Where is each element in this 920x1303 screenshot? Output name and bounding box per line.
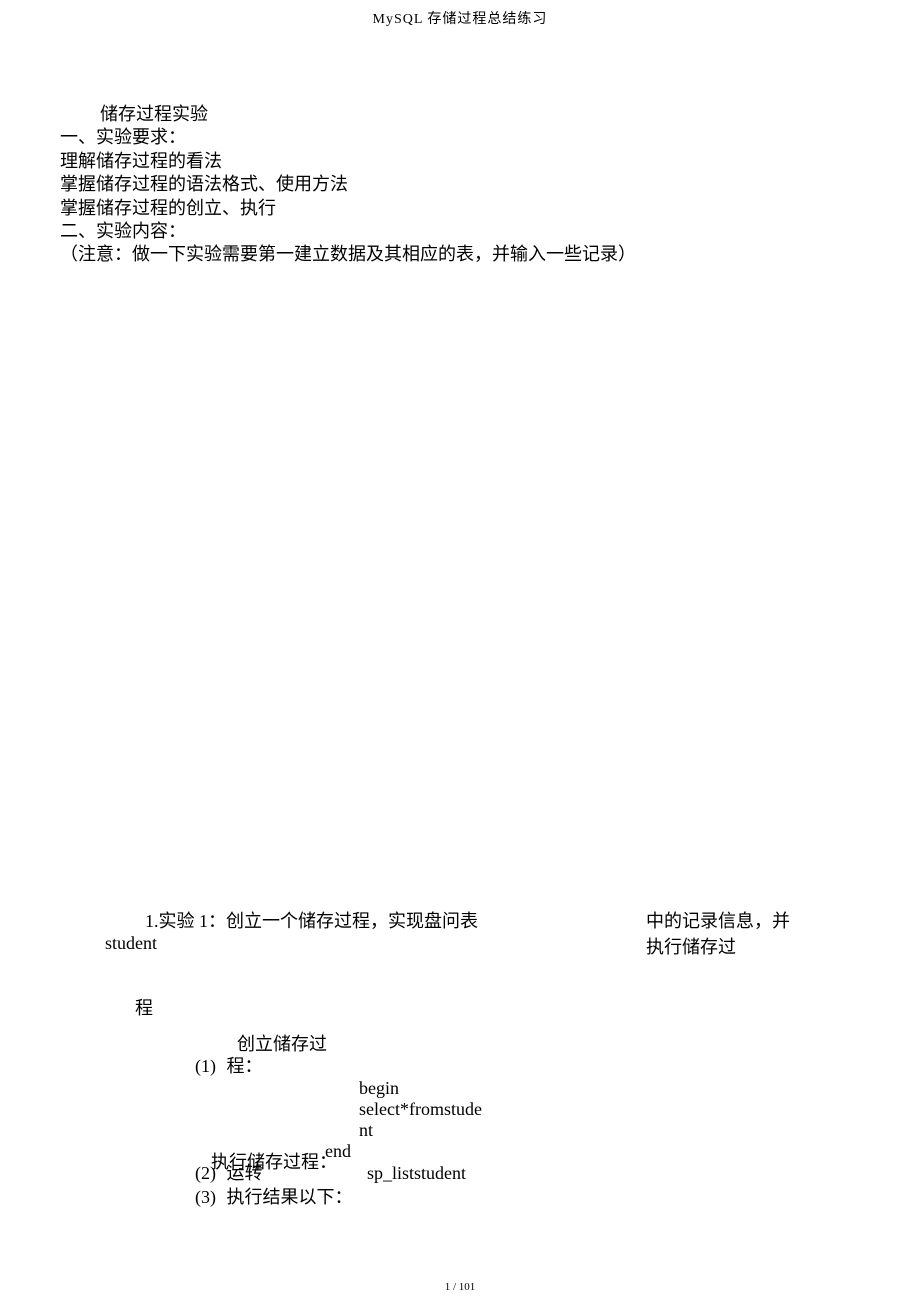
requirement-3: 掌握储存过程的创立、执行 [60,197,860,220]
experiment-1-header-row: 1.实验 1：创立一个储存过程，实现盘问表 student 中的记录信息，并 执… [105,907,860,959]
experiment-1-section: 1.实验 1：创立一个储存过程，实现盘问表 student 中的记录信息，并 执… [0,907,920,1209]
document-header-title: MySQL 存储过程总结练习 [0,0,920,28]
step2-proc-name: sp_liststudent [367,1162,466,1185]
exp1-line2-right: 执行储存过 [646,933,790,959]
step1-number: (1) [195,1055,216,1078]
page-number: 1 / 101 [0,1281,920,1293]
step-1-row: 创立储存过 (1) 程： [195,1055,860,1078]
requirement-1: 理解储存过程的看法 [60,150,860,173]
step3-number: (3) [195,1187,216,1207]
exp1-line2-left: student [105,933,478,954]
step2-exec-label: 执行储存过程： [211,1151,337,1174]
experiment-steps: 创立储存过 (1) 程： begin select*fromstude nt e… [105,1055,860,1209]
code-begin: begin [195,1078,860,1099]
code-select: select*fromstude [195,1099,860,1120]
requirement-2: 掌握储存过程的语法格式、使用方法 [60,173,860,196]
exp1-cheng: 程 [105,994,860,1020]
experiment-title: 储存过程实验 [60,103,860,126]
section1-header: 一、实验要求： [60,126,860,149]
section2-header: 二、实验内容： [60,220,860,243]
code-nt: nt [195,1120,860,1141]
experiment-1-right-text: 中的记录信息，并 执行储存过 [646,907,860,959]
experiment-1-left-text: 1.实验 1：创立一个储存过程，实现盘问表 student [105,907,478,959]
step-3-row: (3) 执行结果以下： [195,1186,860,1209]
step3-label: 执行结果以下： [227,1187,353,1207]
document-body: 储存过程实验 一、实验要求： 理解储存过程的看法 掌握储存过程的语法格式、使用方… [0,28,920,267]
step1-create-label: 创立储存过 [237,1033,327,1056]
section2-note: （注意：做一下实验需要第一建立数据及其相应的表，并输入一些记录） [60,243,860,266]
exp1-line1-left: 1.实验 1：创立一个储存过程，实现盘问表 [105,907,478,933]
step-2-row: 执行储存过程： (2) 运转 sp_liststudent [195,1162,860,1185]
exp1-line1-right: 中的记录信息，并 [646,907,790,933]
step1-cheng: 程： [227,1055,263,1078]
